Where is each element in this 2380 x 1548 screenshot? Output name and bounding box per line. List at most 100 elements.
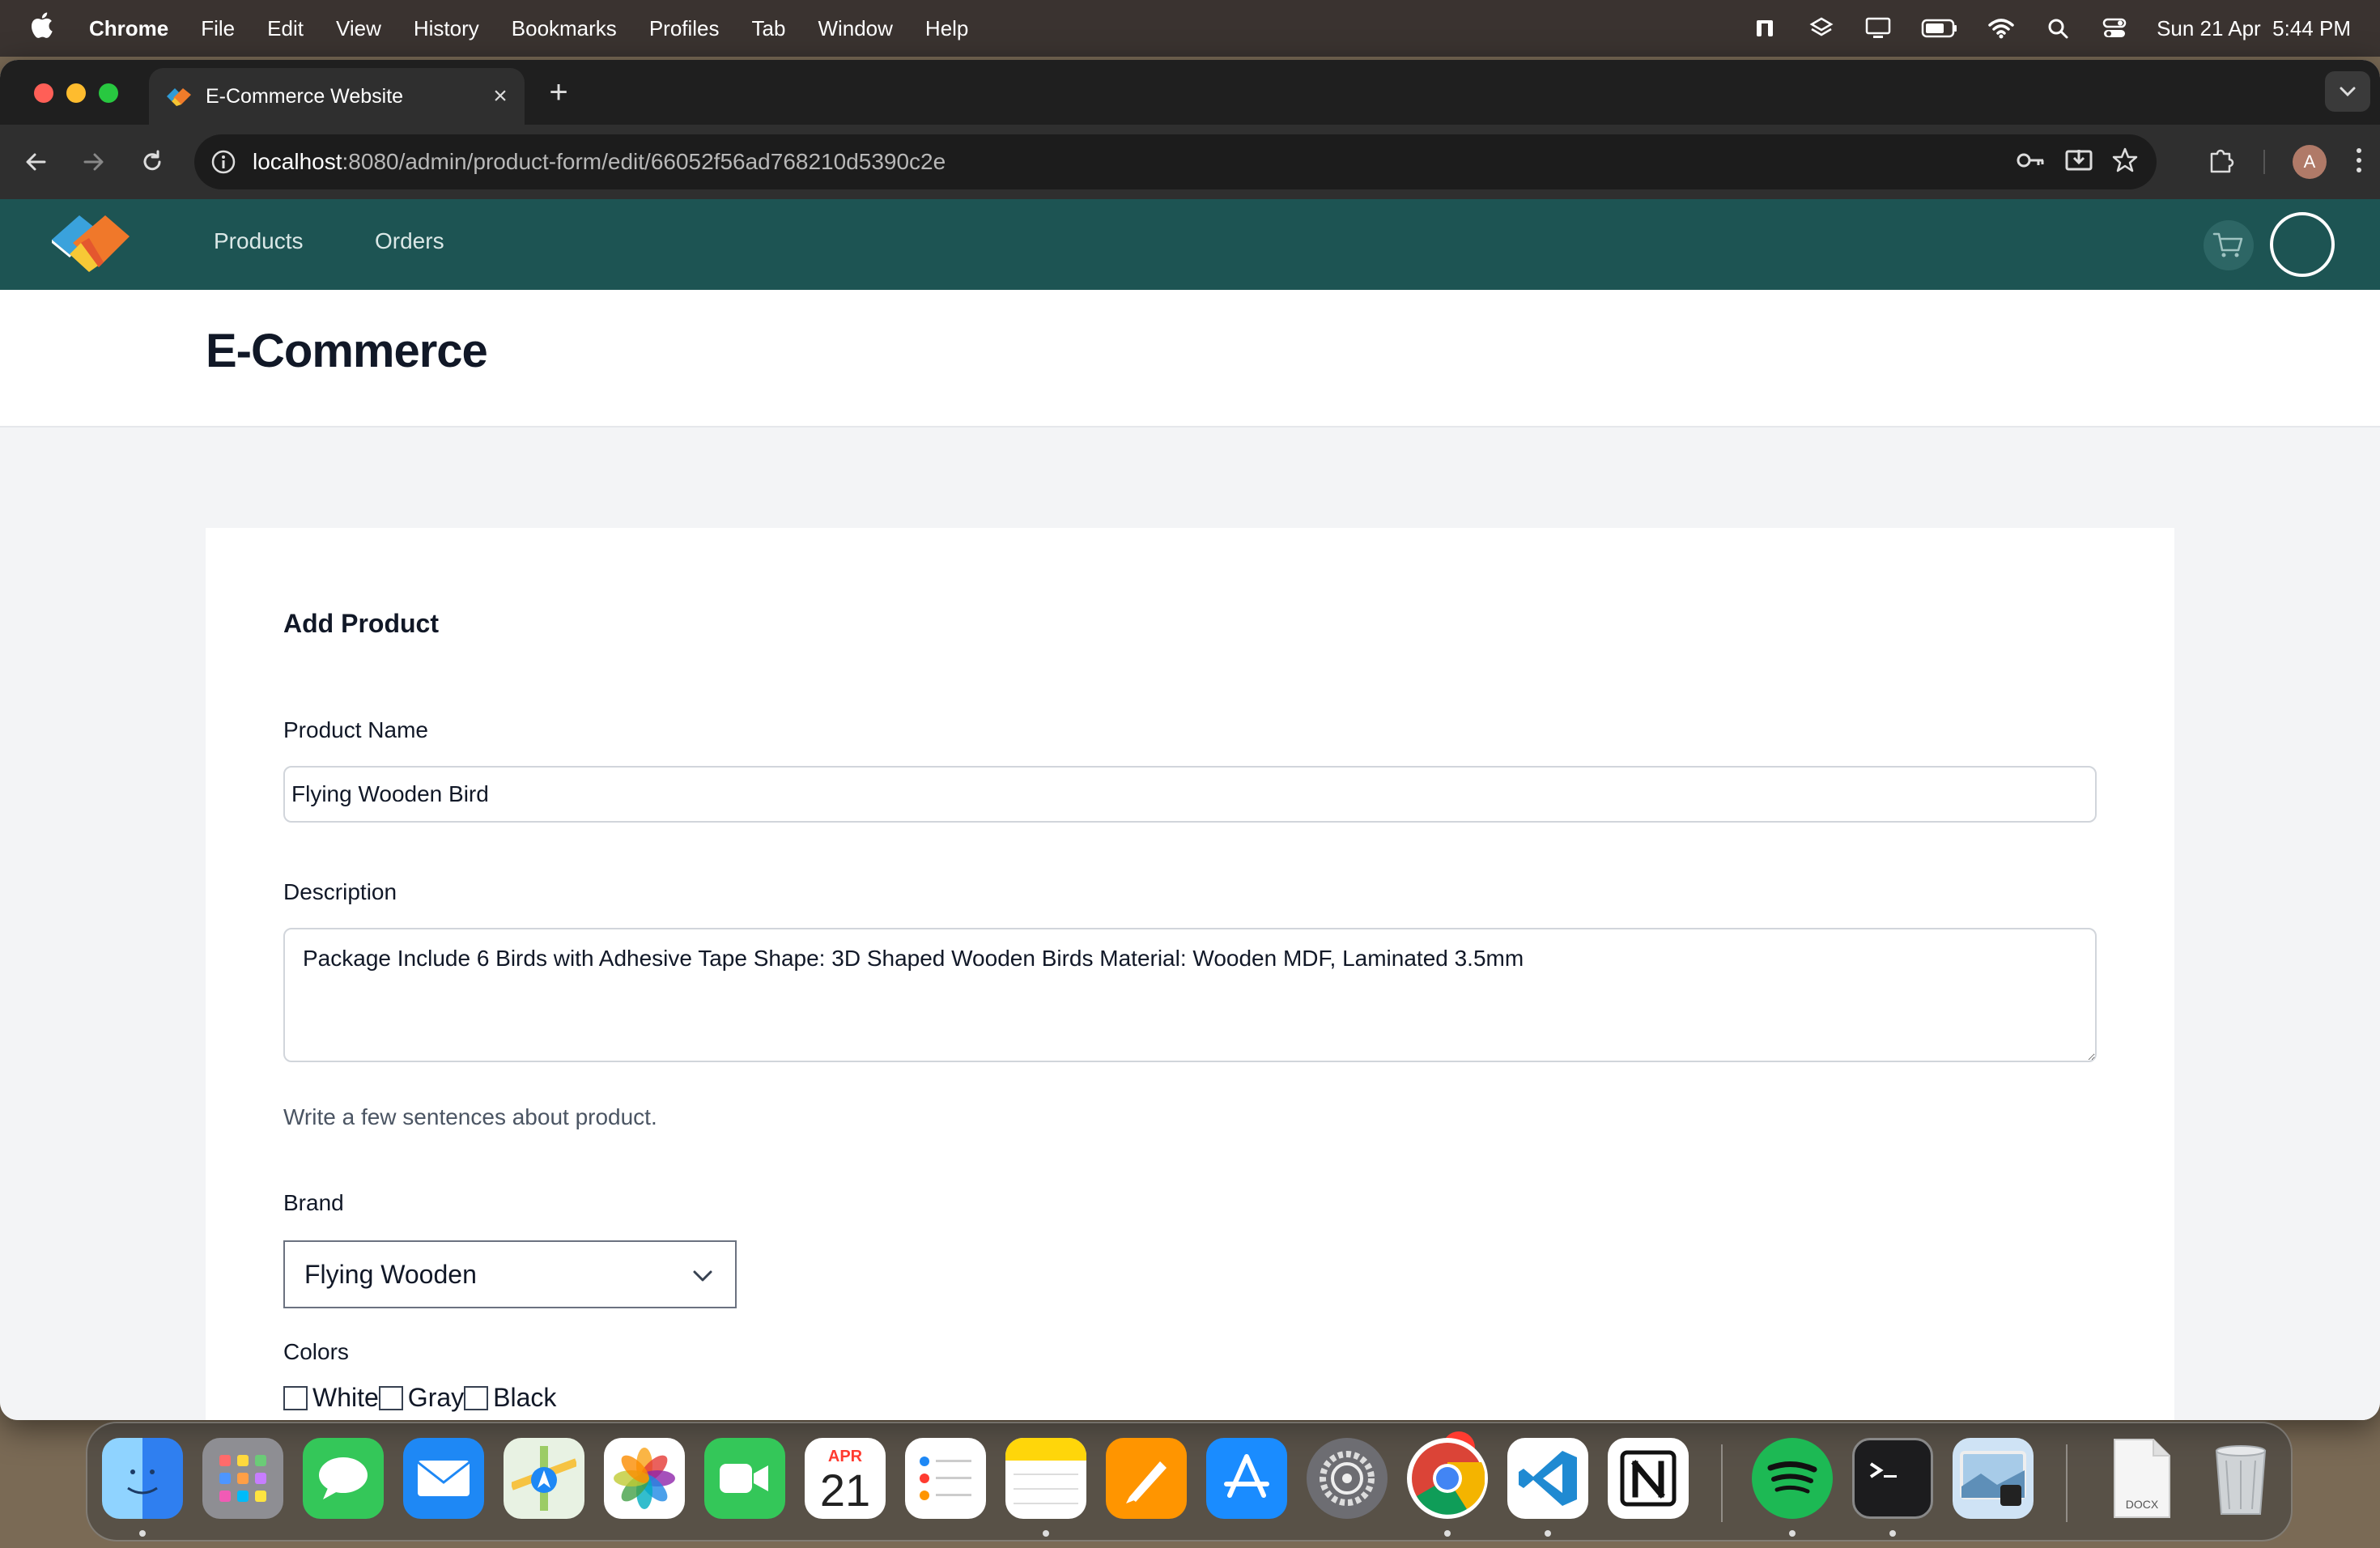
url-text[interactable]: localhost:8080/admin/product-form/edit/6… [253, 149, 946, 175]
url-host: localhost [253, 149, 342, 174]
menu-file[interactable]: File [201, 16, 235, 41]
reminders-icon[interactable] [905, 1438, 986, 1519]
dock-running-dot [1545, 1530, 1551, 1537]
product-name-label: Product Name [283, 717, 428, 742]
description-label: Description [283, 879, 397, 904]
menu-help[interactable]: Help [925, 16, 968, 41]
color-black-checkbox[interactable] [464, 1385, 489, 1410]
apple-menu-icon[interactable] [29, 11, 68, 45]
notes-icon[interactable] [1005, 1438, 1086, 1519]
facetime-icon[interactable] [704, 1438, 785, 1519]
reload-button[interactable] [133, 142, 172, 181]
color-white-checkbox[interactable] [283, 1385, 308, 1410]
notion-icon[interactable] [1608, 1438, 1689, 1519]
site-logo-icon[interactable] [49, 211, 133, 279]
tab-ecommerce-website[interactable]: E-Commerce Website × [149, 68, 525, 125]
spotlight-search-icon[interactable] [2043, 14, 2072, 43]
menu-window[interactable]: Window [818, 16, 892, 41]
tab-search-button[interactable] [2325, 71, 2370, 112]
messages-icon[interactable] [303, 1438, 384, 1519]
profile-avatar[interactable]: A [2293, 145, 2327, 179]
dock-separator [2066, 1444, 2068, 1522]
window-minimize-button[interactable] [66, 83, 86, 103]
color-white-label[interactable]: White [312, 1383, 379, 1413]
menu-history[interactable]: History [414, 16, 479, 41]
preview-icon[interactable] [1953, 1438, 2034, 1519]
nav-orders-link[interactable]: Orders [375, 228, 444, 254]
menu-bookmarks[interactable]: Bookmarks [512, 16, 617, 41]
menu-view[interactable]: View [336, 16, 381, 41]
calendar-icon[interactable]: APR 21 [805, 1438, 886, 1519]
docx-file-icon[interactable]: DOCX [2102, 1438, 2182, 1519]
install-app-icon[interactable] [2064, 147, 2093, 178]
toolbar-actions: A [2207, 125, 2364, 199]
product-form-card: Add Product Product Name Description Pac… [206, 528, 2174, 1420]
display-icon[interactable] [1864, 14, 1893, 43]
user-avatar-button[interactable] [2270, 212, 2335, 277]
menubar-clock[interactable]: Sun 21 Apr 5:44 PM [2157, 16, 2351, 41]
dock-running-dot [1789, 1530, 1796, 1537]
chrome-icon[interactable] [1407, 1438, 1488, 1519]
nav-products-link[interactable]: Products [214, 228, 304, 254]
color-option-black: Black [464, 1383, 556, 1413]
site-favicon-icon [165, 85, 193, 108]
terminal-icon[interactable] [1852, 1438, 1933, 1519]
macos-menu-bar: Chrome File Edit View History Bookmarks … [0, 0, 2380, 57]
password-key-icon[interactable] [2016, 151, 2046, 174]
description-help-text: Write a few sentences about product. [283, 1104, 657, 1129]
dock-running-dot [1444, 1530, 1451, 1537]
menu-edit[interactable]: Edit [267, 16, 304, 41]
bookmark-star-icon[interactable] [2111, 147, 2139, 178]
site-info-icon[interactable] [209, 147, 238, 176]
vscode-icon[interactable] [1507, 1438, 1588, 1519]
page-title: E-Commerce [206, 325, 488, 377]
menu-app-name[interactable]: Chrome [89, 16, 168, 41]
address-bar[interactable]: localhost:8080/admin/product-form/edit/6… [194, 134, 2157, 189]
finder-icon[interactable] [102, 1438, 183, 1519]
omnibox-actions [2016, 134, 2139, 189]
color-black-label[interactable]: Black [493, 1383, 556, 1413]
extensions-puzzle-icon[interactable] [2207, 146, 2236, 179]
arrow-left-icon [26, 153, 46, 171]
menu-tab[interactable]: Tab [752, 16, 786, 41]
layers-icon[interactable] [1807, 14, 1836, 43]
brand-label: Brand [283, 1190, 344, 1215]
shortcut-app-icon[interactable] [1750, 14, 1779, 43]
mail-icon[interactable] [403, 1438, 484, 1519]
control-center-icon[interactable] [2100, 14, 2129, 43]
browser-window: E-Commerce Website × + localhost:8080/ad… [0, 60, 2380, 1420]
forward-button[interactable] [74, 142, 113, 181]
page-header: E-Commerce [0, 290, 2380, 427]
trash-icon[interactable] [2200, 1438, 2281, 1519]
url-path: :8080/admin/product-form/edit/66052f56ad… [342, 149, 946, 174]
back-button[interactable] [16, 142, 55, 181]
tab-close-icon[interactable]: × [484, 83, 516, 110]
product-name-input[interactable] [283, 766, 2097, 823]
new-tab-button[interactable]: + [541, 74, 576, 110]
battery-icon[interactable] [1920, 14, 1959, 43]
wifi-icon[interactable] [1987, 14, 2016, 43]
brand-select[interactable]: Flying Wooden [283, 1240, 737, 1308]
reload-icon [143, 150, 161, 171]
app-store-icon[interactable] [1206, 1438, 1287, 1519]
dock-separator [1721, 1444, 1723, 1522]
color-gray-label[interactable]: Gray [408, 1383, 464, 1413]
photos-icon[interactable] [604, 1438, 685, 1519]
color-option-gray: Gray [378, 1383, 464, 1413]
maps-icon[interactable] [504, 1438, 584, 1519]
window-zoom-button[interactable] [99, 83, 118, 103]
color-gray-checkbox[interactable] [378, 1385, 403, 1410]
cart-button[interactable] [2204, 220, 2254, 270]
more-menu-icon[interactable] [2354, 147, 2364, 178]
spotify-icon[interactable] [1752, 1438, 1833, 1519]
description-textarea[interactable]: Package Include 6 Birds with Adhesive Ta… [283, 928, 2097, 1062]
pages-icon[interactable] [1106, 1438, 1187, 1519]
menu-profiles[interactable]: Profiles [649, 16, 720, 41]
chevron-down-icon [2340, 87, 2356, 97]
window-close-button[interactable] [34, 83, 53, 103]
color-option-white: White [283, 1383, 379, 1413]
launchpad-icon[interactable] [202, 1438, 283, 1519]
chevron-down-icon [693, 1270, 712, 1282]
dock-running-dot [1889, 1530, 1896, 1537]
system-settings-icon[interactable] [1307, 1438, 1388, 1519]
